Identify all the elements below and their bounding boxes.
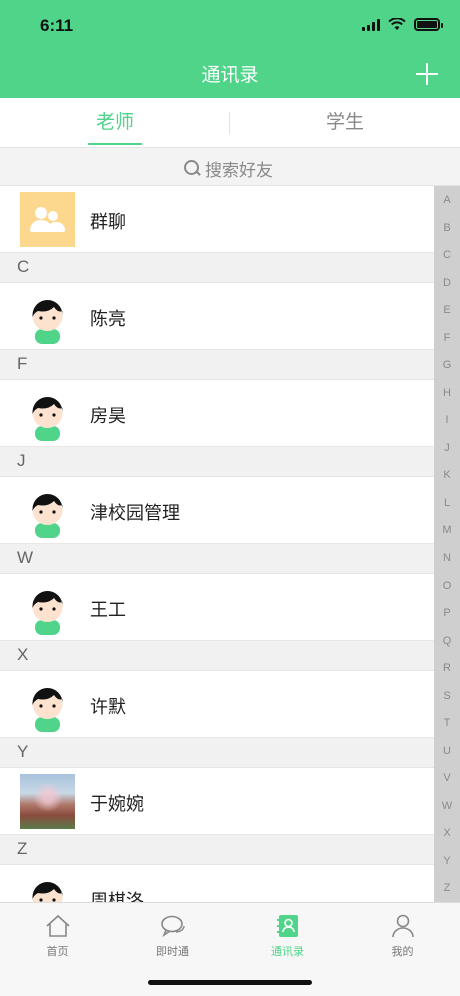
contact-name: 群聊 [90, 212, 126, 233]
alphabet-index[interactable]: A B C D E F G H I J K L M N O P Q R S T U V W X Y Z [434, 186, 460, 902]
default-avatar [20, 871, 75, 902]
index-letter-c[interactable]: C [434, 249, 460, 261]
contact-name: 王工 [90, 600, 126, 621]
section-header: X [0, 641, 434, 671]
active-tab-indicator [88, 143, 142, 145]
index-letter-b[interactable]: B [434, 222, 460, 234]
add-contact-button[interactable] [416, 63, 438, 85]
search-placeholder: 搜索好友 [205, 161, 273, 181]
photo-avatar [20, 774, 75, 829]
contact-row[interactable]: 于婉婉 [0, 768, 434, 835]
tab-students[interactable]: 学生 [230, 98, 460, 148]
tab-contacts[interactable]: 通讯录 [230, 913, 345, 963]
index-letter-a[interactable]: A [434, 194, 460, 206]
contact-name: 房昊 [90, 406, 126, 427]
index-letter-z[interactable]: Z [434, 882, 460, 894]
tab-instant-messaging[interactable]: 即时通 [115, 913, 230, 963]
home-indicator [148, 980, 312, 985]
index-letter-o[interactable]: O [434, 580, 460, 592]
app-header: 6:11 通讯录 [0, 0, 460, 98]
tab-label: 首页 [46, 945, 69, 958]
search-bar[interactable]: 搜索好友 [0, 148, 460, 186]
section-header: J [0, 447, 434, 477]
contact-name: 陈亮 [90, 309, 126, 330]
group-chat-icon [20, 192, 75, 247]
default-avatar [20, 580, 75, 635]
index-letter-d[interactable]: D [434, 277, 460, 289]
index-letter-p[interactable]: P [434, 607, 460, 619]
contact-type-tabs: 老师 学生 [0, 98, 460, 148]
battery-icon [414, 18, 443, 31]
index-letter-y[interactable]: Y [434, 855, 460, 867]
contacts-book-icon [277, 915, 298, 937]
index-letter-w[interactable]: W [434, 800, 460, 812]
section-header: C [0, 253, 434, 283]
signal-icon [362, 18, 380, 31]
index-letter-i[interactable]: I [434, 414, 460, 426]
default-avatar [20, 386, 75, 441]
wifi-icon [388, 18, 406, 30]
tab-teachers[interactable]: 老师 [0, 98, 230, 148]
section-header: Z [0, 835, 434, 865]
index-letter-q[interactable]: Q [434, 635, 460, 647]
index-letter-f[interactable]: F [434, 332, 460, 344]
search-icon [184, 160, 201, 177]
tab-label: 我的 [391, 945, 414, 958]
tab-profile[interactable]: 我的 [345, 913, 460, 963]
contact-name: 津校园管理 [90, 503, 180, 524]
index-letter-j[interactable]: J [434, 442, 460, 454]
default-avatar [20, 677, 75, 732]
contact-row[interactable]: 津校园管理 [0, 477, 434, 544]
index-letter-e[interactable]: E [434, 304, 460, 316]
status-time: 6:11 [40, 16, 74, 35]
contact-row[interactable]: 周棋洛 [0, 865, 434, 902]
index-letter-l[interactable]: L [434, 497, 460, 509]
index-letter-x[interactable]: X [434, 827, 460, 839]
contact-list[interactable]: 群聊 C 陈亮 F 房昊 J 津校园管理 W 王工 X 许默 Y 于婉婉 Z 周… [0, 186, 434, 902]
index-letter-s[interactable]: S [434, 690, 460, 702]
index-letter-h[interactable]: H [434, 387, 460, 399]
home-icon [46, 914, 70, 937]
contact-name: 于婉婉 [90, 794, 144, 815]
index-letter-u[interactable]: U [434, 745, 460, 757]
contact-name: 周棋洛 [90, 891, 144, 902]
section-header: Y [0, 738, 434, 768]
index-letter-m[interactable]: M [434, 524, 460, 536]
contact-row[interactable]: 房昊 [0, 380, 434, 447]
index-letter-n[interactable]: N [434, 552, 460, 564]
index-letter-g[interactable]: G [434, 359, 460, 371]
contact-row[interactable]: 许默 [0, 671, 434, 738]
group-chat-row[interactable]: 群聊 [0, 186, 434, 253]
index-letter-r[interactable]: R [434, 662, 460, 674]
tab-home[interactable]: 首页 [0, 913, 115, 963]
contact-name: 许默 [90, 697, 126, 718]
profile-icon [392, 914, 414, 938]
index-letter-k[interactable]: K [434, 469, 460, 481]
index-letter-v[interactable]: V [434, 772, 460, 784]
tab-label: 通讯录 [271, 945, 304, 958]
chat-icon [161, 915, 185, 938]
default-avatar [20, 483, 75, 538]
section-header: W [0, 544, 434, 574]
default-avatar [20, 289, 75, 344]
section-header: F [0, 350, 434, 380]
index-letter-t[interactable]: T [434, 717, 460, 729]
page-title: 通讯录 [201, 64, 259, 86]
status-icons [362, 18, 443, 31]
status-bar: 6:11 [0, 0, 460, 52]
contact-row[interactable]: 陈亮 [0, 283, 434, 350]
contact-row[interactable]: 王工 [0, 574, 434, 641]
tab-label: 即时通 [156, 945, 189, 958]
